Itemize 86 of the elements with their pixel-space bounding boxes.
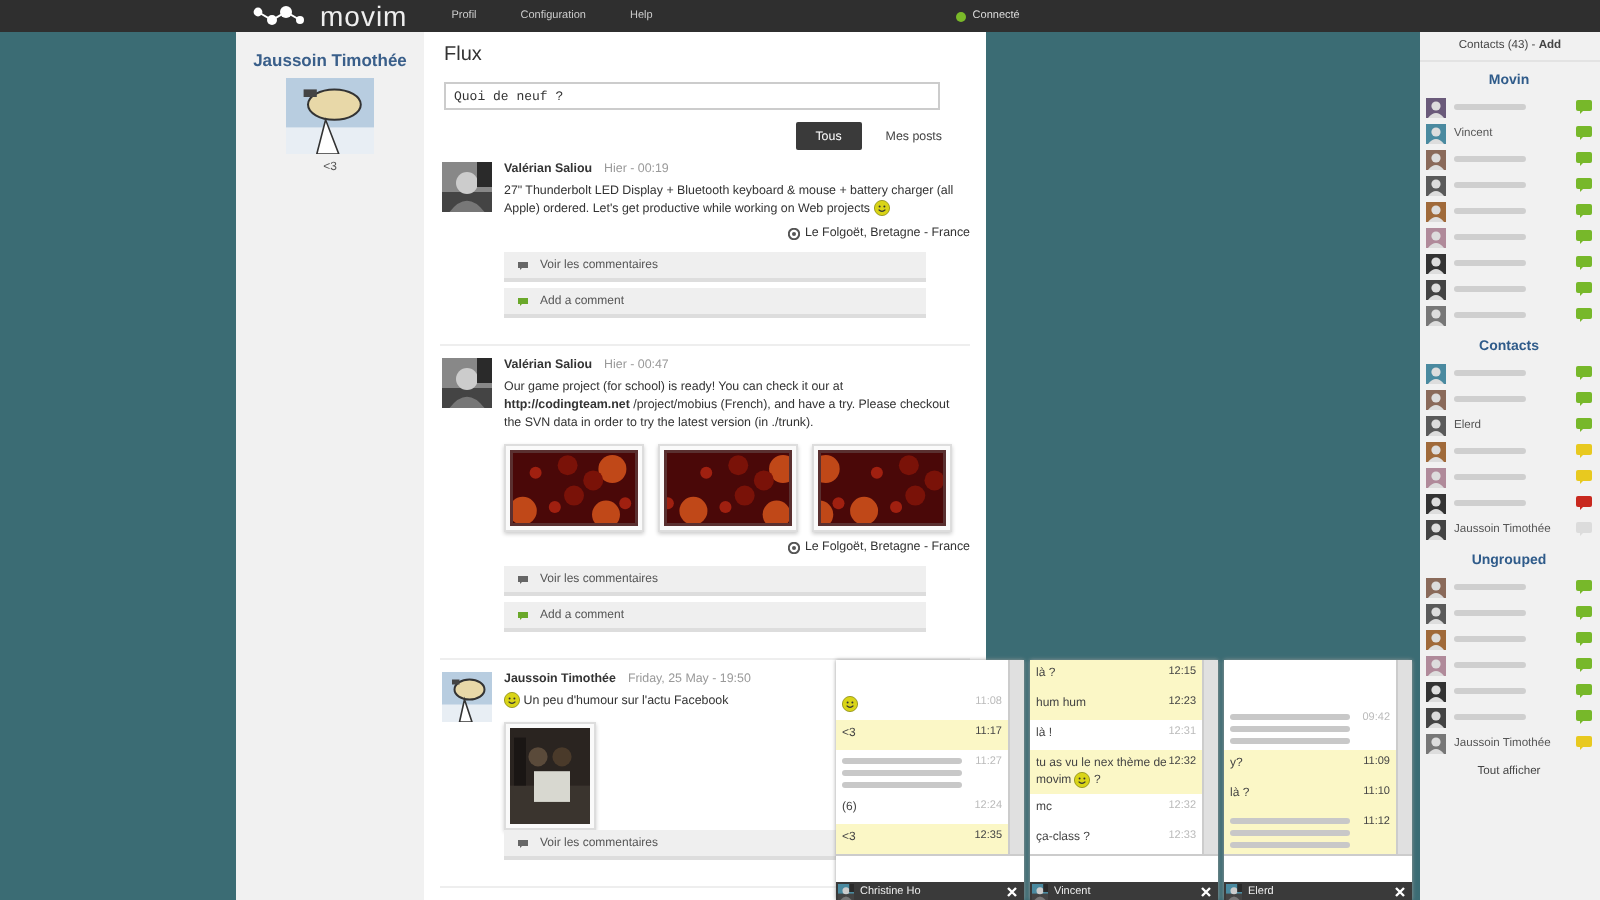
avatar-icon bbox=[1426, 415, 1446, 435]
location-pin-icon bbox=[788, 541, 801, 553]
avatar-icon bbox=[1426, 707, 1446, 727]
chat-status-icon bbox=[1576, 658, 1592, 672]
close-icon[interactable] bbox=[1394, 885, 1406, 897]
blurred-name[interactable] bbox=[1454, 156, 1526, 162]
blurred-name[interactable] bbox=[1454, 182, 1526, 188]
chat-status-icon bbox=[1576, 684, 1592, 698]
comment-icon bbox=[518, 839, 528, 847]
blurred-name[interactable] bbox=[1454, 448, 1526, 454]
chat-status-icon bbox=[1576, 444, 1592, 458]
avatar-icon bbox=[1426, 603, 1446, 623]
chat-input[interactable] bbox=[1030, 854, 1218, 882]
chat-status-icon bbox=[1576, 392, 1592, 406]
comment-icon bbox=[518, 575, 528, 583]
avatar-icon bbox=[1426, 655, 1446, 675]
location-pin-icon bbox=[788, 227, 801, 239]
chat-status-icon bbox=[1576, 256, 1592, 270]
avatar-icon bbox=[1426, 363, 1446, 383]
blurred-message bbox=[1230, 816, 1350, 848]
avatar-icon bbox=[1426, 123, 1446, 143]
chat-status-icon bbox=[1576, 418, 1592, 432]
chat-status-icon bbox=[1576, 100, 1592, 114]
blurred-name[interactable] bbox=[1454, 610, 1526, 616]
avatar-icon bbox=[1426, 305, 1446, 325]
add-icon bbox=[518, 297, 528, 305]
chat-input[interactable] bbox=[836, 854, 1024, 882]
blurred-name[interactable] bbox=[1454, 714, 1526, 720]
smiley-icon bbox=[1074, 772, 1091, 788]
close-icon[interactable] bbox=[1006, 885, 1018, 897]
chat-status-icon bbox=[1576, 496, 1592, 510]
avatar-icon bbox=[1426, 733, 1446, 753]
blurred-name[interactable] bbox=[1454, 500, 1526, 506]
blurred-name[interactable] bbox=[1454, 234, 1526, 240]
chat-status-icon bbox=[1576, 230, 1592, 244]
chat-status-icon bbox=[1576, 736, 1592, 750]
status-dot-icon bbox=[956, 11, 967, 21]
avatar-icon bbox=[1426, 519, 1446, 539]
chat-status-icon bbox=[1576, 470, 1592, 484]
avatar-icon bbox=[1426, 253, 1446, 273]
blurred-name[interactable] bbox=[1454, 208, 1526, 214]
chat-status-icon bbox=[1576, 178, 1592, 192]
avatar-icon bbox=[1426, 201, 1446, 221]
blurred-name[interactable] bbox=[1454, 312, 1526, 318]
avatar-icon bbox=[1426, 629, 1446, 649]
blurred-name[interactable] bbox=[1454, 688, 1526, 694]
avatar-icon bbox=[1426, 577, 1446, 597]
chat-status-icon bbox=[1576, 366, 1592, 380]
blurred-name[interactable] bbox=[1454, 260, 1526, 266]
close-icon[interactable] bbox=[1200, 885, 1212, 897]
blurred-name[interactable] bbox=[1454, 584, 1526, 590]
chat-status-icon bbox=[1576, 632, 1592, 646]
avatar-icon bbox=[1426, 149, 1446, 169]
chat-status-icon bbox=[1576, 126, 1592, 140]
chat-input[interactable] bbox=[1224, 854, 1412, 882]
chat-status-icon bbox=[1576, 580, 1592, 594]
blurred-name[interactable] bbox=[1454, 396, 1526, 402]
avatar-icon bbox=[1426, 467, 1446, 487]
blurred-name[interactable] bbox=[1454, 636, 1526, 642]
comment-icon bbox=[518, 261, 528, 269]
blurred-name[interactable] bbox=[1454, 474, 1526, 480]
avatar-icon bbox=[1426, 493, 1446, 513]
smiley-icon bbox=[842, 696, 858, 712]
avatar-icon bbox=[1426, 97, 1446, 117]
logo-text: movim bbox=[320, 0, 408, 32]
avatar-icon bbox=[1426, 441, 1446, 461]
avatar-icon bbox=[1426, 389, 1446, 409]
chat-status-icon bbox=[1576, 308, 1592, 322]
chat-status-icon bbox=[1576, 282, 1592, 296]
profile-name: Jaussoin Timothée bbox=[253, 50, 407, 70]
chat-status-icon bbox=[1576, 204, 1592, 218]
blurred-name[interactable] bbox=[1454, 286, 1526, 292]
blurred-message bbox=[842, 756, 962, 788]
chat-status-icon bbox=[1576, 710, 1592, 724]
blurred-name[interactable] bbox=[1454, 370, 1526, 376]
blurred-message bbox=[1230, 712, 1350, 744]
avatar-icon bbox=[1426, 175, 1446, 195]
avatar-icon bbox=[1426, 279, 1446, 299]
avatar-icon bbox=[1426, 227, 1446, 247]
chat-status-icon bbox=[1576, 152, 1592, 166]
avatar-icon bbox=[1426, 681, 1446, 701]
feed-title: Flux bbox=[444, 44, 484, 66]
blurred-name[interactable] bbox=[1454, 662, 1526, 668]
add-icon bbox=[518, 611, 528, 619]
blurred-name[interactable] bbox=[1454, 104, 1526, 110]
chat-status-icon bbox=[1576, 606, 1592, 620]
